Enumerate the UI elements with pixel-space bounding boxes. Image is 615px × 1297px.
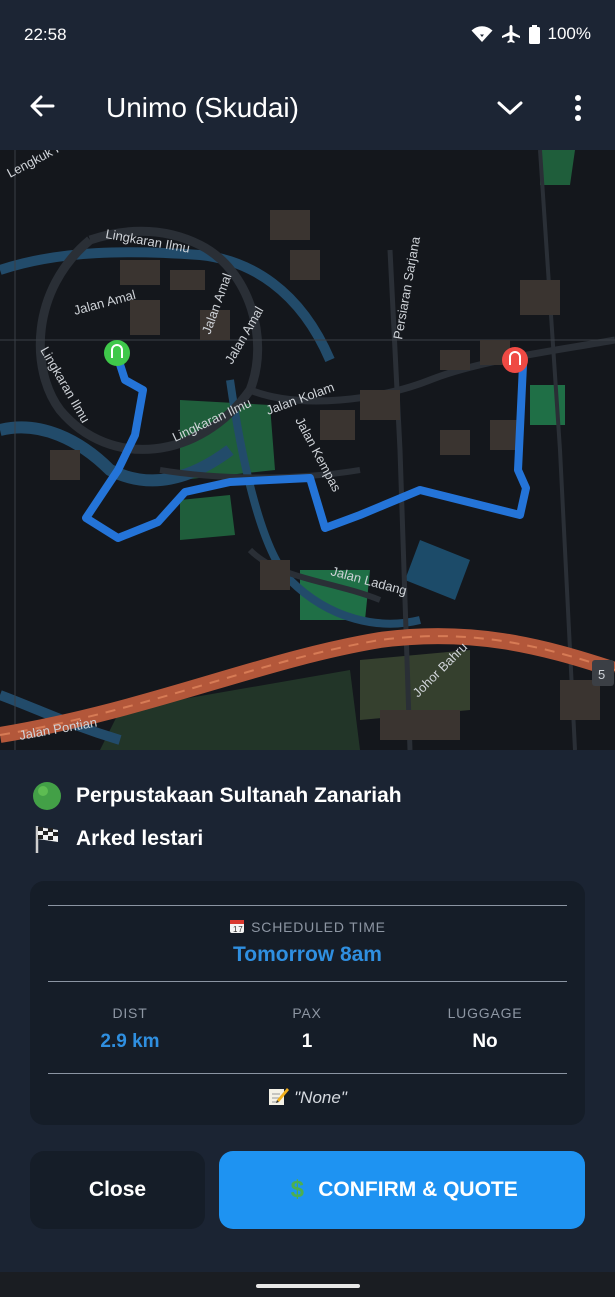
start-marker[interactable] <box>104 340 130 366</box>
destination-label: Arked lestari <box>76 827 204 850</box>
pax-stat: PAX 1 <box>227 1005 387 1053</box>
notes-value: "None" <box>294 1088 347 1107</box>
confirm-quote-button-label: CONFIRM & QUOTE <box>318 1178 518 1201</box>
more-vertical-icon <box>574 94 582 126</box>
distance-value: 2.9 km <box>100 1031 160 1052</box>
close-button[interactable]: Close <box>30 1151 205 1229</box>
page-title: Unimo (Skudai) <box>106 92 299 123</box>
app-bar: Unimo (Skudai) <box>0 70 615 150</box>
calendar-icon: 17 <box>229 918 245 937</box>
divider <box>48 981 567 982</box>
close-button-label: Close <box>88 1178 147 1201</box>
origin-label: Perpustakaan Sultanah Zanariah <box>76 784 402 807</box>
status-time: 22:58 <box>24 25 67 44</box>
divider <box>48 1073 567 1074</box>
notes-row: "None" <box>30 1086 585 1111</box>
battery-percent: 100% <box>547 24 591 43</box>
route-map[interactable]: 5 Lengkuk Resak Lingkaran Ilmu Lingkaran… <box>0 150 615 750</box>
luggage-value: No <box>472 1031 498 1052</box>
destination-row: Arked lestari <box>30 822 203 856</box>
chevron-down-icon <box>497 100 523 121</box>
scheduled-time-label: SCHEDULED TIME <box>251 919 386 935</box>
arrow-left-icon <box>29 95 55 122</box>
scheduled-time-value: Tomorrow 8am <box>233 943 382 966</box>
distance-stat: DIST 2.9 km <box>50 1005 210 1053</box>
pax-label: PAX <box>292 1005 322 1021</box>
trip-details-card: 17 SCHEDULED TIME Tomorrow 8am DIST 2.9 … <box>30 881 585 1125</box>
divider <box>48 905 567 906</box>
luggage-label: LUGGAGE <box>447 1005 523 1021</box>
status-icons: 100% <box>471 24 591 44</box>
route-shield-label: 5 <box>598 667 605 682</box>
checkered-flag-icon <box>30 822 64 856</box>
distance-label: DIST <box>112 1005 148 1021</box>
map-canvas[interactable]: 5 Lengkuk Resak Lingkaran Ilmu Lingkaran… <box>0 150 615 750</box>
memo-icon <box>268 1086 290 1111</box>
airplane-mode-icon <box>501 24 521 44</box>
status-bar: 22:58 100% <box>0 0 615 70</box>
green-circle-icon <box>30 779 64 813</box>
svg-text:17: 17 <box>233 925 244 934</box>
pax-value: 1 <box>301 1031 313 1052</box>
luggage-stat: LUGGAGE No <box>405 1005 565 1053</box>
wifi-icon <box>471 25 493 43</box>
dollar-icon: $ <box>290 1176 304 1203</box>
battery-icon <box>528 24 540 44</box>
end-marker[interactable] <box>502 347 528 373</box>
more-options-button[interactable] <box>560 90 596 130</box>
scheduled-time-label-row: 17 SCHEDULED TIME <box>30 918 585 937</box>
back-button[interactable] <box>22 88 62 128</box>
expand-button[interactable] <box>490 90 530 130</box>
confirm-quote-button[interactable]: $ CONFIRM & QUOTE <box>219 1151 585 1229</box>
origin-row: Perpustakaan Sultanah Zanariah <box>30 779 402 813</box>
home-gesture-handle[interactable] <box>256 1284 360 1288</box>
